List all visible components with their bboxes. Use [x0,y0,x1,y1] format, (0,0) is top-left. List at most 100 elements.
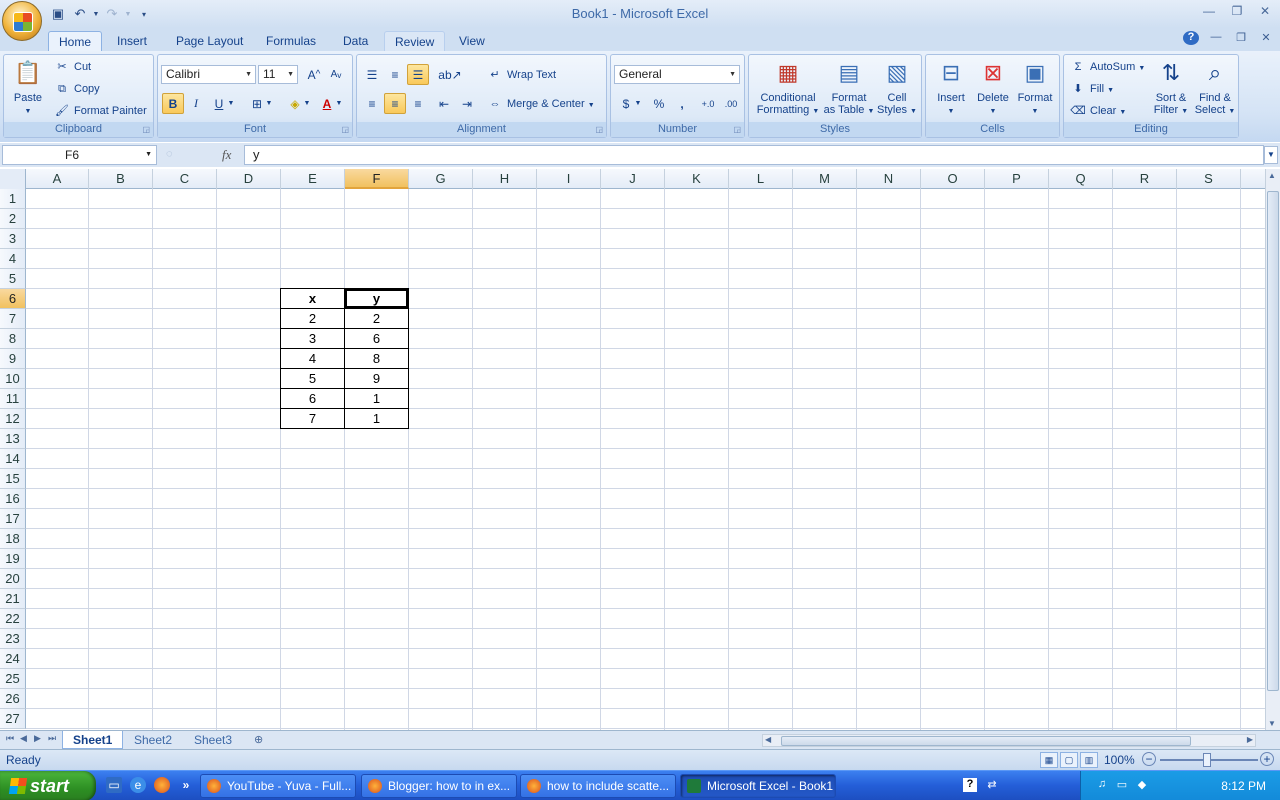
decrease-decimal-icon[interactable]: .00 [720,93,742,114]
column-header-h[interactable]: H [473,169,537,189]
column-header-c[interactable]: C [153,169,217,189]
next-sheet-icon[interactable]: ▶ [34,733,41,744]
row-header-17[interactable]: 17 [0,509,26,529]
zoom-level[interactable]: 100% [1104,753,1135,767]
horizontal-scrollbar[interactable]: ◀ ▶ [762,734,1256,747]
zoom-slider-thumb[interactable] [1203,753,1211,767]
volume-icon[interactable]: ♫ [1095,778,1109,792]
column-header-n[interactable]: N [857,169,921,189]
font-name-select[interactable]: Calibri ▼ [161,65,256,84]
sheet-tab-1[interactable]: Sheet1 [62,731,124,749]
insert-cells-button[interactable]: ⊟ Insert ▼ [930,57,972,118]
font-color-dropdown-icon[interactable]: ▼ [334,93,344,114]
column-header-m[interactable]: M [793,169,857,189]
wrap-text-button[interactable]: ↵ Wrap Text [487,65,556,85]
first-sheet-icon[interactable]: ⏮ [6,733,14,744]
dialog-launcher-icon[interactable]: ◲ [733,125,741,134]
row-header-1[interactable]: 1 [0,189,26,209]
scroll-down-icon[interactable]: ▼ [1268,719,1276,728]
copy-button[interactable]: ⧉ Copy [54,79,100,99]
column-header-i[interactable]: I [537,169,601,189]
page-layout-view-icon[interactable]: ▢ [1060,752,1078,768]
table-cell-y[interactable]: 2 [344,308,409,329]
column-header-b[interactable]: B [89,169,153,189]
table-cell-y[interactable]: 1 [344,408,409,429]
display-icon[interactable]: ▭ [1115,778,1129,792]
fill-color-dropdown-icon[interactable]: ▼ [302,93,312,114]
scroll-up-icon[interactable]: ▲ [1268,171,1276,180]
align-bottom-icon[interactable]: ☰ [407,64,429,85]
column-header-d[interactable]: D [217,169,281,189]
row-header-20[interactable]: 20 [0,569,26,589]
row-header-18[interactable]: 18 [0,529,26,549]
sheet-tab-3[interactable]: Sheet3 [184,731,242,749]
font-size-select[interactable]: 11 ▼ [258,65,298,84]
vertical-scrollbar[interactable]: ▲ ▼ [1265,169,1280,730]
row-header-22[interactable]: 22 [0,609,26,629]
row-header-8[interactable]: 8 [0,329,26,349]
show-desktop-icon[interactable]: ▭ [106,777,122,793]
normal-view-icon[interactable]: ▦ [1040,752,1058,768]
restore-icon[interactable]: ❐ [1228,4,1246,20]
taskbar-task-scatter[interactable]: how to include scatte... [520,774,676,798]
formula-input[interactable]: y [244,145,1264,165]
align-right-icon[interactable]: ≡ [407,93,429,114]
row-header-27[interactable]: 27 [0,709,26,729]
paste-button[interactable]: 📋 Paste ▼ [8,57,48,118]
expand-formula-bar-icon[interactable]: ▼ [1264,146,1278,164]
dialog-launcher-icon[interactable]: ◲ [341,125,349,134]
row-header-7[interactable]: 7 [0,309,26,329]
align-middle-icon[interactable]: ≡ [384,64,406,85]
dialog-launcher-icon[interactable]: ◲ [595,125,603,134]
column-header-f[interactable]: F [345,169,409,189]
column-header-r[interactable]: R [1113,169,1177,189]
header-cell-y[interactable]: y [344,288,409,309]
grow-font-button[interactable]: A ^ [303,64,325,85]
column-header-g[interactable]: G [409,169,473,189]
row-header-26[interactable]: 26 [0,689,26,709]
table-cell-x[interactable]: 2 [280,308,345,329]
fill-button[interactable]: ⬇ Fill ▼ [1070,79,1114,99]
autosum-button[interactable]: Σ AutoSum ▼ [1070,57,1146,77]
row-header-21[interactable]: 21 [0,589,26,609]
bold-button[interactable]: B [162,93,184,114]
workbook-minimize-icon[interactable]: — [1208,31,1224,45]
row-header-25[interactable]: 25 [0,669,26,689]
borders-dropdown-icon[interactable]: ▼ [264,93,274,114]
align-center-icon[interactable]: ≡ [384,93,406,114]
select-all-corner[interactable] [0,169,26,189]
comma-button[interactable]: , [671,93,693,114]
help-tray-icon[interactable]: ? [963,778,977,792]
column-header-q[interactable]: Q [1049,169,1113,189]
table-cell-x[interactable]: 4 [280,348,345,369]
tab-home[interactable]: Home [48,31,103,53]
tab-formulas[interactable]: Formulas [256,31,326,53]
row-header-11[interactable]: 11 [0,389,26,409]
column-header-p[interactable]: P [985,169,1049,189]
name-box[interactable]: F6 ▼ [2,145,157,165]
sort-filter-button[interactable]: ⇅ Sort & Filter ▼ [1148,57,1194,118]
cell-styles-button[interactable]: ▧ Cell Styles ▼ [875,57,919,118]
conditional-formatting-button[interactable]: ▦ Conditional Formatting ▼ [753,57,823,118]
format-cells-button[interactable]: ▣ Format ▼ [1014,57,1056,118]
currency-dropdown-icon[interactable]: ▼ [633,93,643,114]
row-header-24[interactable]: 24 [0,649,26,669]
row-header-16[interactable]: 16 [0,489,26,509]
row-header-4[interactable]: 4 [0,249,26,269]
find-select-button[interactable]: ⌕ Find & Select ▼ [1192,57,1238,118]
tab-review[interactable]: Review [384,31,446,53]
column-header-l[interactable]: L [729,169,793,189]
scroll-left-icon[interactable]: ◀ [765,735,771,744]
row-header-10[interactable]: 10 [0,369,26,389]
row-header-9[interactable]: 9 [0,349,26,369]
tab-view[interactable]: View [449,31,495,53]
zoom-in-icon[interactable]: + [1260,752,1274,766]
dialog-launcher-icon[interactable]: ◲ [142,125,150,134]
table-cell-y[interactable]: 8 [344,348,409,369]
column-header-o[interactable]: O [921,169,985,189]
minimize-icon[interactable]: — [1200,4,1218,20]
column-header-s[interactable]: S [1177,169,1241,189]
help-icon[interactable]: ? [1183,31,1199,45]
row-header-12[interactable]: 12 [0,409,26,429]
shrink-font-button[interactable]: Av [325,64,347,85]
